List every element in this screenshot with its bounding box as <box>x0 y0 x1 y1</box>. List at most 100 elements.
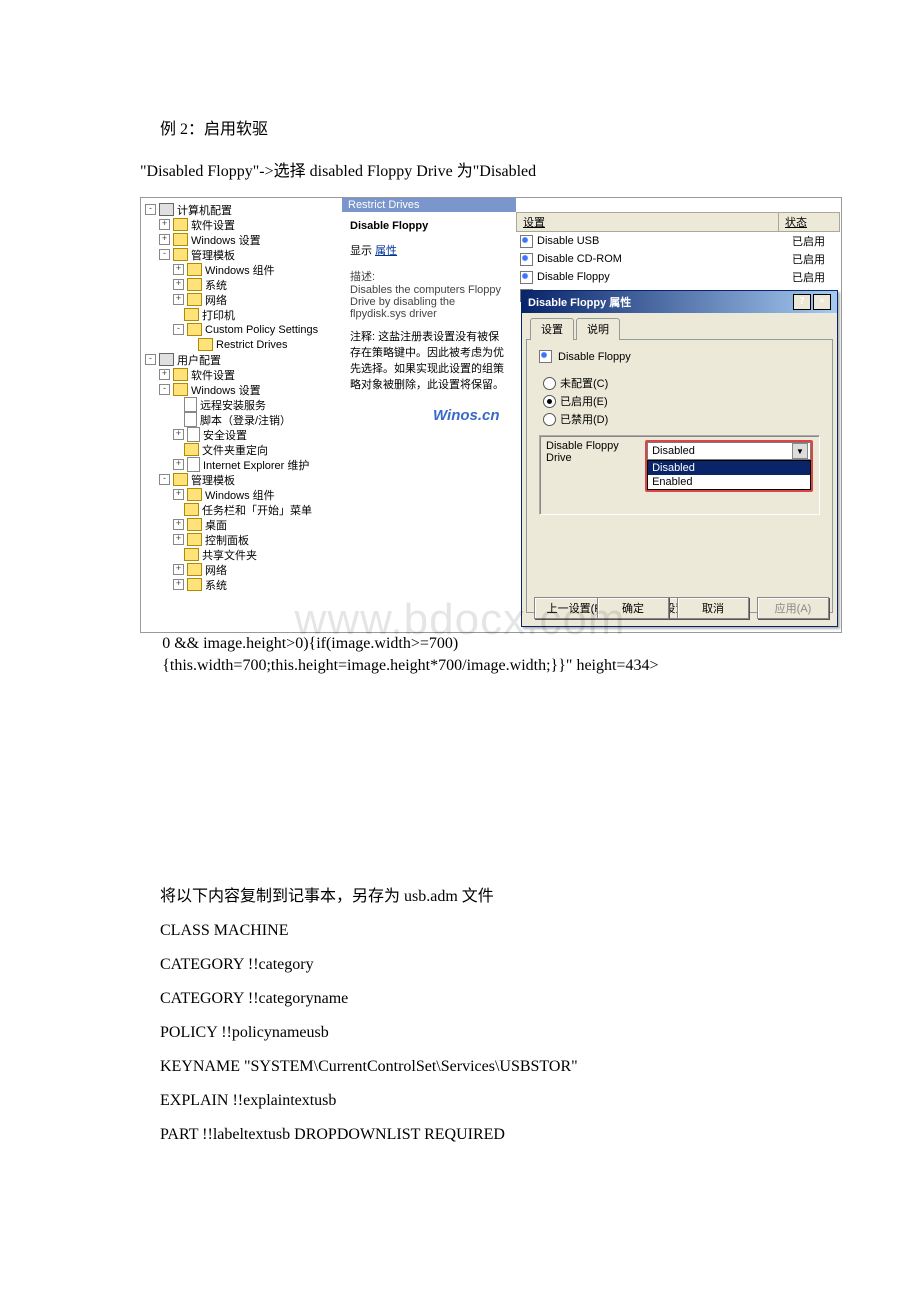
tree-admin-templates[interactable]: 管理模板 <box>191 247 235 263</box>
radio-not-configured[interactable] <box>543 377 556 390</box>
tree-custom-policy[interactable]: Custom Policy Settings <box>205 324 318 336</box>
tree-windows-settings[interactable]: Windows 设置 <box>191 232 261 248</box>
dropdown-input[interactable]: Disabled ▼ <box>647 442 811 460</box>
tab-panel: Disable Floppy 未配置(C) 已启用(E) 已禁用(D) Disa… <box>526 339 833 613</box>
tab-settings[interactable]: 设置 <box>530 318 574 340</box>
expand-icon[interactable]: + <box>173 489 184 500</box>
folder-icon <box>173 368 188 381</box>
collapse-icon[interactable]: - <box>173 324 184 335</box>
tree-remote-install[interactable]: 远程安装服务 <box>200 397 266 413</box>
tree-software-u[interactable]: 软件设置 <box>191 367 235 383</box>
expand-icon[interactable]: + <box>173 564 184 575</box>
apply-button[interactable]: 应用(A) <box>757 597 829 619</box>
computer-icon <box>159 203 174 216</box>
tree-restrict-drives[interactable]: Restrict Drives <box>216 339 288 351</box>
expand-icon[interactable]: + <box>159 369 170 380</box>
folder-icon <box>173 473 188 486</box>
dropdown-option[interactable]: Enabled <box>648 475 810 489</box>
list-item[interactable]: Disable USB已启用 <box>516 232 840 250</box>
list-item[interactable]: Disable Floppy已启用 <box>516 268 840 286</box>
heading-example-2: 例 2：启用软驱 <box>160 115 790 139</box>
collapse-icon[interactable]: - <box>159 384 170 395</box>
expand-icon[interactable]: + <box>173 534 184 545</box>
close-button[interactable]: × <box>813 294 831 310</box>
tree-folder-redirect[interactable]: 文件夹重定向 <box>202 442 268 458</box>
tree-shared[interactable]: 共享文件夹 <box>202 547 257 563</box>
chevron-down-icon[interactable]: ▼ <box>792 443 808 459</box>
tree-security[interactable]: 安全设置 <box>203 427 247 443</box>
cancel-button[interactable]: 取消 <box>677 597 749 619</box>
expand-icon[interactable]: + <box>173 264 184 275</box>
dropdown-label: Disable Floppy Drive <box>546 440 641 464</box>
tree-desktop[interactable]: 桌面 <box>205 517 227 533</box>
ie-icon <box>187 457 200 472</box>
dropdown-value: Disabled <box>652 445 695 457</box>
tree-taskbar[interactable]: 任务栏和「开始」菜单 <box>202 502 312 518</box>
dropdown-highlight: Disabled ▼ Disabled Enabled <box>645 440 813 492</box>
expand-icon[interactable]: + <box>173 429 184 440</box>
tree-network-u[interactable]: 网络 <box>205 562 227 578</box>
dropdown-option[interactable]: Disabled <box>648 461 810 475</box>
page-icon <box>184 397 197 412</box>
col-setting[interactable]: 设置 <box>517 213 778 231</box>
folder-icon <box>173 233 188 246</box>
collapse-icon[interactable]: - <box>145 354 156 365</box>
tree-windows-u[interactable]: Windows 设置 <box>191 382 261 398</box>
expand-icon[interactable]: + <box>173 459 184 470</box>
help-button[interactable]: ? <box>793 294 811 310</box>
tree-pane: - 计算机配置 + 软件设置 + Windows 设置 - 管理模板 + Windows … <box>141 198 350 632</box>
details-header: Restrict Drives <box>342 198 516 212</box>
adm-line: CLASS MACHINE <box>160 922 790 940</box>
tree-script[interactable]: 脚本（登录/注销） <box>200 412 291 428</box>
user-icon <box>159 353 174 366</box>
setting-icon <box>520 235 533 248</box>
radio-enabled[interactable] <box>543 395 556 408</box>
watermark-winos: Winos.cn <box>433 407 500 424</box>
list-item[interactable]: Disable CD-ROM已启用 <box>516 250 840 268</box>
tab-explain[interactable]: 说明 <box>576 318 620 340</box>
folder-icon <box>198 338 213 351</box>
expand-icon[interactable]: + <box>159 219 170 230</box>
expand-icon[interactable]: + <box>159 234 170 245</box>
ok-button[interactable]: 确定 <box>597 597 669 619</box>
adm-line: KEYNAME "SYSTEM\CurrentControlSet\Servic… <box>160 1058 790 1076</box>
expand-icon[interactable]: + <box>173 519 184 530</box>
details-title: Disable Floppy <box>350 220 508 232</box>
tree-software[interactable]: 软件设置 <box>191 217 235 233</box>
folder-icon <box>187 533 202 546</box>
collapse-icon[interactable]: - <box>159 249 170 260</box>
list-item-status: 已启用 <box>786 269 840 285</box>
tree-computer-config[interactable]: 计算机配置 <box>177 202 232 218</box>
radio-disabled[interactable] <box>543 413 556 426</box>
tree-win-comp-u[interactable]: Windows 组件 <box>205 487 275 503</box>
list-item-status: 已启用 <box>786 251 840 267</box>
instruction-text: "Disabled Floppy"->选择 disabled Floppy Dr… <box>140 157 790 181</box>
col-status[interactable]: 状态 <box>778 213 839 231</box>
collapse-icon[interactable]: - <box>159 474 170 485</box>
intro-text: 将以下内容复制到记事本，另存为 usb.adm 文件 <box>160 882 790 906</box>
tree-win-components[interactable]: Windows 组件 <box>205 262 275 278</box>
gpedit-screenshot: - 计算机配置 + 软件设置 + Windows 设置 - 管理模板 + Windows … <box>140 197 842 633</box>
tree-user-config[interactable]: 用户配置 <box>177 352 221 368</box>
expand-icon[interactable]: + <box>173 279 184 290</box>
tree-printer[interactable]: 打印机 <box>202 307 235 323</box>
tree-admin-u[interactable]: 管理模板 <box>191 472 235 488</box>
dropdown-list: Disabled Enabled <box>647 460 811 490</box>
setting-icon <box>520 253 533 266</box>
folder-icon <box>184 443 199 456</box>
script-icon <box>184 412 197 427</box>
desc-text: Disables the computers Floppy Drive by d… <box>350 284 508 320</box>
tree-system[interactable]: 系统 <box>205 277 227 293</box>
tree-cp[interactable]: 控制面板 <box>205 532 249 548</box>
show-label: 显示 <box>350 245 372 257</box>
radio-disabled-label: 已禁用(D) <box>560 411 608 427</box>
properties-link[interactable]: 属性 <box>375 245 397 257</box>
expand-icon[interactable]: + <box>173 294 184 305</box>
tree-network[interactable]: 网络 <box>205 292 227 308</box>
collapse-icon[interactable]: - <box>145 204 156 215</box>
tree-system-u[interactable]: 系统 <box>205 577 227 593</box>
folder-icon <box>187 323 202 336</box>
page-icon <box>187 427 200 442</box>
expand-icon[interactable]: + <box>173 579 184 590</box>
tree-ie-maint[interactable]: Internet Explorer 维护 <box>203 457 309 473</box>
